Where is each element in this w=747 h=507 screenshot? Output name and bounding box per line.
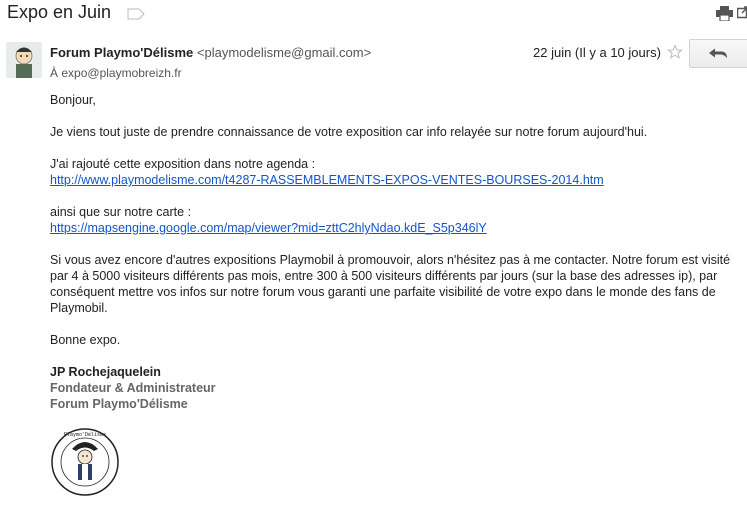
agenda-link[interactable]: http://www.playmodelisme.com/t4287-RASSE… bbox=[50, 173, 604, 187]
recipient-line: À expo@playmobreizh.fr bbox=[50, 66, 182, 80]
star-icon[interactable] bbox=[667, 44, 683, 60]
logo-text: Playmo'Délisme bbox=[64, 431, 106, 438]
sender-email: <playmodelisme@gmail.com> bbox=[196, 45, 372, 60]
email-subject: Expo en Juin bbox=[7, 2, 112, 22]
map-link[interactable]: https://mapsengine.google.com/map/viewer… bbox=[50, 221, 487, 235]
sender-line: Forum Playmo'Délisme <playmodelisme@gmai… bbox=[50, 45, 371, 60]
print-icon[interactable] bbox=[716, 6, 733, 21]
message-date: 22 juin (Il y a 10 jours) bbox=[533, 45, 661, 60]
forum-logo: Playmo'Délisme bbox=[51, 428, 119, 496]
new-window-icon[interactable] bbox=[737, 6, 747, 19]
sender-avatar[interactable] bbox=[6, 42, 42, 78]
subject-row: Expo en Juin bbox=[0, 0, 747, 30]
paragraph-map: ainsi que sur notre carte : https://maps… bbox=[50, 204, 740, 236]
recipient-address[interactable]: expo@playmobreizh.fr bbox=[61, 66, 181, 80]
signature-name: JP Rochejaquelein bbox=[50, 365, 161, 379]
signature-org: Forum Playmo'Délisme bbox=[50, 397, 188, 411]
greeting: Bonjour, bbox=[50, 93, 96, 107]
label-tag-icon[interactable] bbox=[127, 8, 145, 20]
reply-icon bbox=[709, 48, 727, 58]
paragraph-agenda: J'ai rajouté cette exposition dans notre… bbox=[50, 156, 740, 188]
paragraph-promo: Si vous avez encore d'autres expositions… bbox=[50, 253, 731, 315]
map-text: ainsi que sur notre carte : bbox=[50, 205, 192, 219]
agenda-text: J'ai rajouté cette exposition dans notre… bbox=[50, 157, 316, 171]
signature-title: Fondateur & Administrateur bbox=[50, 381, 216, 395]
to-prefix: À bbox=[50, 66, 59, 80]
paragraph-intro: Je viens tout juste de prendre connaissa… bbox=[50, 125, 648, 139]
closing: Bonne expo. bbox=[50, 333, 121, 347]
message-body: Bonjour, Je viens tout juste de prendre … bbox=[50, 92, 740, 412]
sender-name[interactable]: Forum Playmo'Délisme bbox=[50, 45, 193, 60]
reply-button[interactable] bbox=[689, 39, 747, 68]
signature-block: JP Rochejaquelein Fondateur & Administra… bbox=[50, 364, 740, 412]
